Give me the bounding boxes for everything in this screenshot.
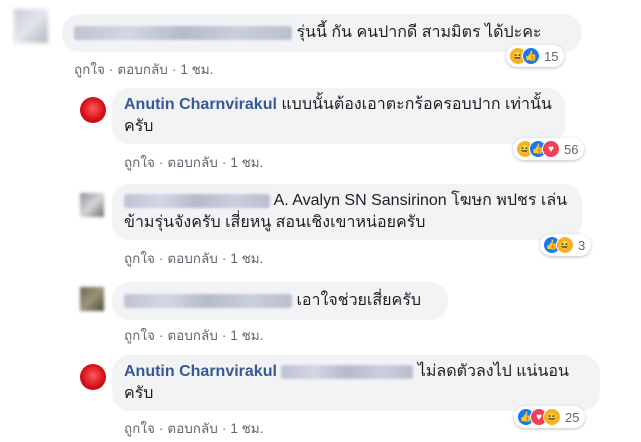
reply-link[interactable]: ตอบกลับ — [167, 328, 217, 343]
comment-actions: ถูกใจ · ตอบกลับ · 1 ชม. — [124, 251, 264, 266]
timestamp[interactable]: 1 ชม. — [180, 62, 213, 77]
reaction-summary[interactable]: 👍 😆 3 — [540, 234, 592, 256]
reaction-count: 56 — [564, 141, 579, 157]
comment-text: เอาใจช่วยเสี่ยครับ — [296, 292, 421, 309]
avatar[interactable] — [14, 9, 48, 43]
reply-link[interactable]: ตอบกลับ — [167, 251, 217, 266]
timestamp[interactable]: 1 ชม. — [230, 155, 263, 170]
like-link[interactable]: ถูกใจ — [124, 421, 155, 436]
reaction-summary[interactable]: 😆 👍 ♥ 56 — [513, 138, 585, 160]
like-icon: 👍 — [522, 47, 540, 65]
avatar[interactable] — [80, 97, 106, 123]
avatar[interactable] — [80, 287, 104, 311]
avatar[interactable] — [80, 364, 106, 390]
haha-icon: 😆 — [543, 408, 561, 426]
redacted-author-name[interactable] — [74, 25, 292, 40]
comment-bubble: เอาใจช่วยเสี่ยครับ — [112, 282, 448, 320]
like-link[interactable]: ถูกใจ — [124, 155, 155, 170]
comment-text: รุ่นนี้ กัน คนปากดี สามมิตร ได้ปะคะ — [296, 24, 542, 41]
tagged-user[interactable]: A. Avalyn SN Sansirinon — [274, 192, 447, 209]
timestamp[interactable]: 1 ชม. — [230, 328, 263, 343]
reply-link[interactable]: ตอบกลับ — [117, 62, 167, 77]
redacted-author-name[interactable] — [124, 293, 292, 308]
reaction-count: 3 — [578, 237, 586, 253]
comment-actions: ถูกใจ · ตอบกลับ · 1 ชม. — [124, 328, 264, 343]
comment-actions: ถูกใจ · ตอบกลับ · 1 ชม. — [74, 62, 214, 77]
reply-link[interactable]: ตอบกลับ — [167, 155, 217, 170]
comment-bubble: Anutin Charnvirakul ไม่ลดตัวลงไป แน่นอนค… — [112, 355, 600, 411]
reaction-summary[interactable]: 👍 ♥ 😆 25 — [514, 406, 586, 428]
haha-icon: 😆 — [556, 236, 574, 254]
comment-actions: ถูกใจ · ตอบกลับ · 1 ชม. — [124, 155, 264, 170]
reply-link[interactable]: ตอบกลับ — [167, 421, 217, 436]
like-link[interactable]: ถูกใจ — [124, 251, 155, 266]
redacted-tagged-user[interactable] — [281, 364, 414, 379]
reaction-count: 15 — [544, 48, 559, 64]
comment-bubble: Anutin Charnvirakul แบบนั้นต้องเอาตะกร้อ… — [112, 88, 565, 144]
reaction-count: 25 — [565, 409, 580, 425]
reaction-summary[interactable]: 😆 👍 15 — [506, 45, 565, 67]
comment-actions: ถูกใจ · ตอบกลับ · 1 ชม. — [124, 421, 264, 436]
like-link[interactable]: ถูกใจ — [124, 328, 155, 343]
author-name[interactable]: Anutin Charnvirakul — [124, 96, 277, 113]
timestamp[interactable]: 1 ชม. — [230, 251, 263, 266]
timestamp[interactable]: 1 ชม. — [230, 421, 263, 436]
comment-bubble: รุ่นนี้ กัน คนปากดี สามมิตร ได้ปะคะ — [62, 14, 582, 52]
redacted-author-name[interactable] — [124, 193, 270, 208]
avatar[interactable] — [80, 193, 104, 217]
comment-bubble: A. Avalyn SN Sansirinon โฆษก พปชร เล่นข้… — [112, 184, 582, 240]
love-icon: ♥ — [542, 140, 560, 158]
author-name[interactable]: Anutin Charnvirakul — [124, 363, 277, 380]
like-link[interactable]: ถูกใจ — [74, 62, 105, 77]
